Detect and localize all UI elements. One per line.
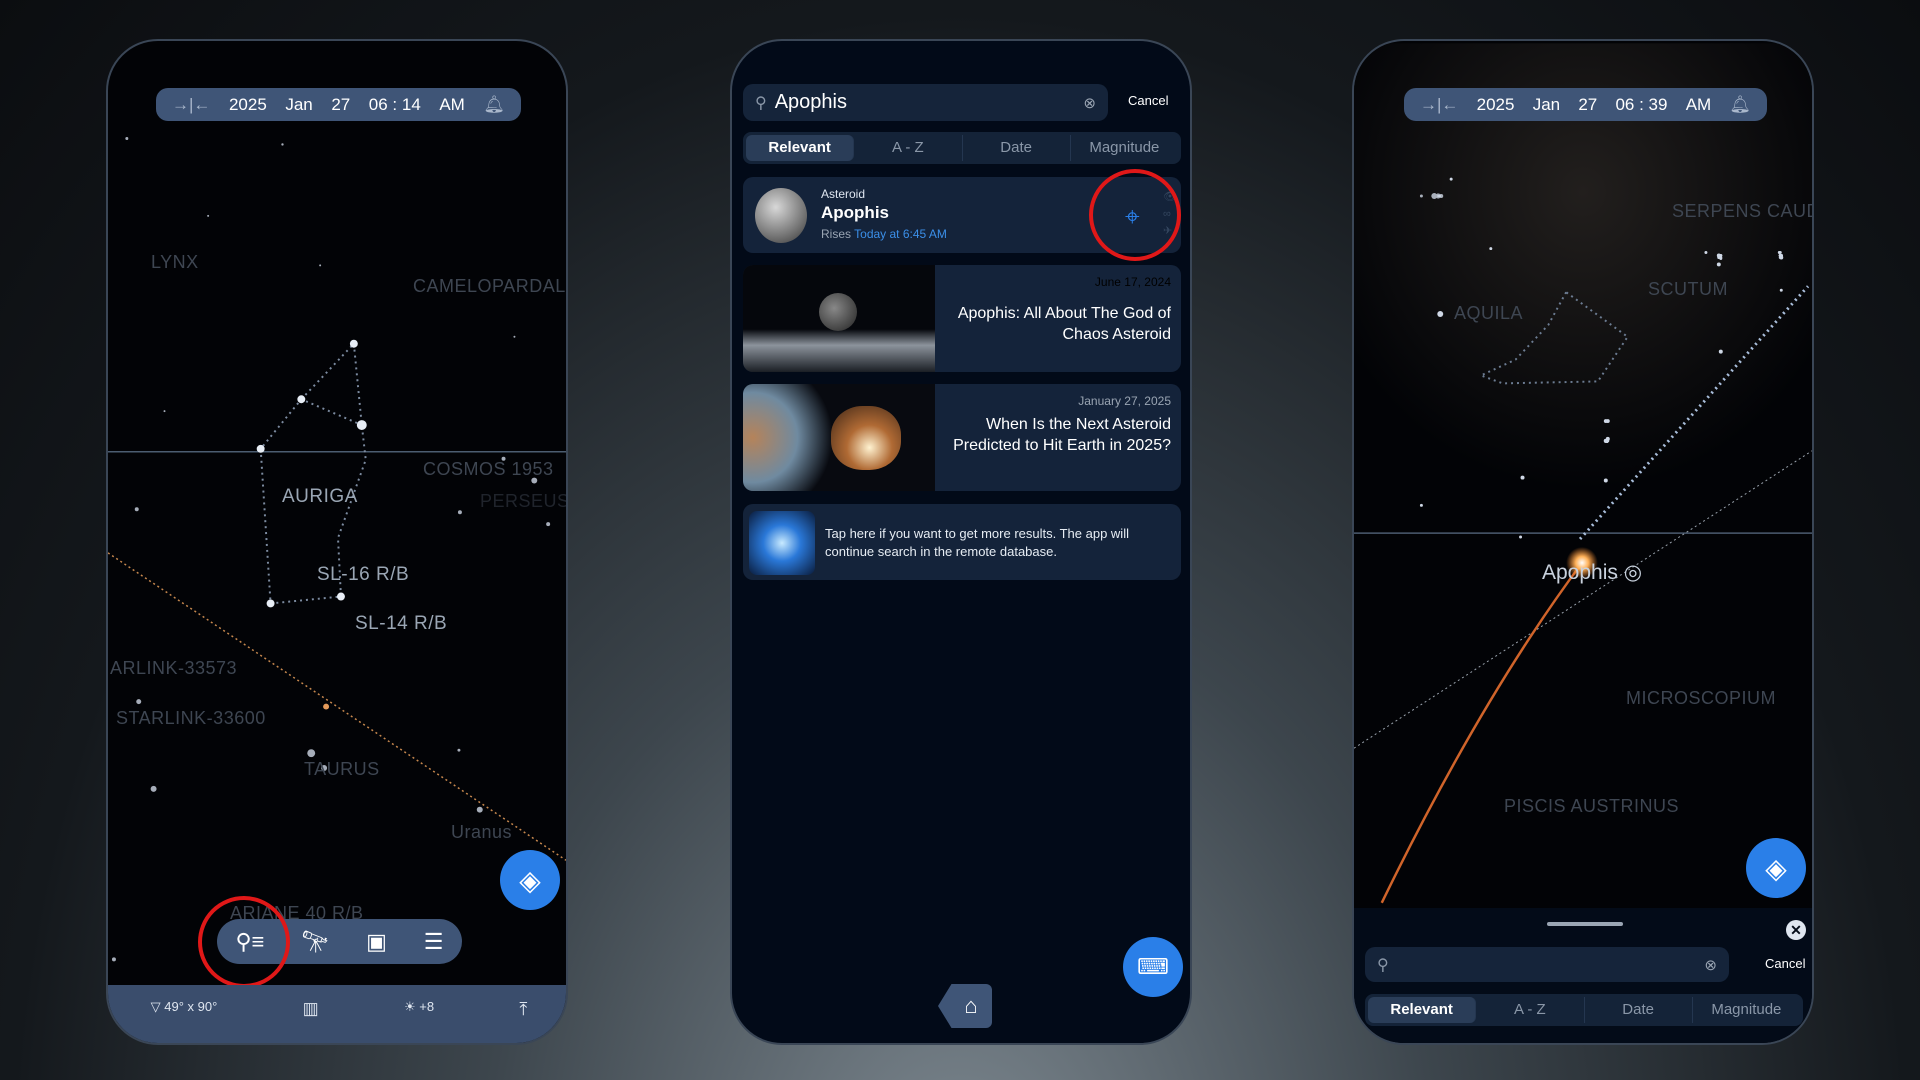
- article-title: Apophis: All About The God of Chaos Aste…: [957, 305, 1171, 343]
- status-bar: ▽ 49° x 90° ▥ ☀ +8 ⤒: [108, 985, 566, 1043]
- year[interactable]: 2025: [1477, 95, 1515, 115]
- bell-icon[interactable]: 🔔︎: [483, 95, 505, 115]
- collapse-icon[interactable]: →|←: [1420, 95, 1458, 115]
- date-time-bar[interactable]: →|← 2025 Jan 27 06 : 14 AM 🔔︎: [156, 88, 521, 121]
- tab-date[interactable]: Date: [963, 135, 1071, 161]
- close-icon[interactable]: ✕: [1786, 920, 1806, 940]
- year[interactable]: 2025: [229, 95, 267, 115]
- sky-label: PISCIS AUSTRINUS: [1504, 796, 1680, 816]
- remote-search-card[interactable]: Tap here if you want to get more results…: [743, 504, 1181, 580]
- search-sheet: ✕ ⚲ ⊗ Cancel Relevant A - Z Date Magnitu…: [1354, 908, 1812, 1043]
- tracking-icon: ◎: [1623, 561, 1643, 584]
- cancel-button[interactable]: Cancel: [1128, 93, 1168, 108]
- rises-label: Rises: [821, 227, 852, 241]
- article-thumbnail: [743, 384, 935, 491]
- search-input[interactable]: ⚲ ⊗: [1365, 947, 1729, 982]
- tab-relevant[interactable]: Relevant: [746, 135, 855, 161]
- sky-map[interactable]: [1354, 41, 1812, 1043]
- ampm[interactable]: AM: [1686, 95, 1712, 115]
- target-label: Apophis: [1542, 561, 1618, 584]
- sky-label: SERPENS CAUD: [1672, 201, 1814, 221]
- tab-a-z[interactable]: A - Z: [854, 135, 963, 161]
- article-card[interactable]: January 27, 2025 When Is the Next Astero…: [743, 384, 1181, 491]
- right-phone-sky-view: →|← 2025 Jan 27 06 : 39 AM 🔔︎ SERPENS CA…: [1352, 39, 1814, 1045]
- telescope-icon[interactable]: 🔭︎: [301, 929, 329, 955]
- search-icon: ⚲: [755, 94, 767, 112]
- time[interactable]: 06 : 14: [369, 95, 421, 115]
- sky-label: ARLINK-33573: [110, 658, 238, 678]
- month[interactable]: Jan: [1533, 95, 1560, 115]
- tab-a-z[interactable]: A - Z: [1476, 997, 1585, 1023]
- rise-info: Rises Today at 6:45 AM: [821, 227, 947, 241]
- search-icon: ⚲: [1377, 956, 1389, 974]
- sky-label: SCUTUM: [1648, 279, 1728, 299]
- clear-icon[interactable]: ⊗: [1704, 956, 1717, 974]
- keyboard-button[interactable]: ⌨: [1123, 937, 1183, 997]
- tab-date[interactable]: Date: [1585, 997, 1693, 1023]
- article-date: June 17, 2024: [1094, 275, 1171, 289]
- home-icon: ⌂: [964, 993, 978, 1018]
- date-time-bar[interactable]: →|← 2025 Jan 27 06 : 39 AM 🔔︎: [1404, 88, 1767, 121]
- apophis-sky-label[interactable]: Apophis ◎: [1542, 560, 1642, 585]
- remote-search-text: Tap here if you want to get more results…: [825, 526, 1129, 559]
- sky-label[interactable]: AURIGA: [282, 486, 358, 508]
- article-thumbnail: [743, 265, 935, 372]
- asteroid-thumbnail: [755, 188, 807, 243]
- highlight-ring: [1089, 169, 1181, 261]
- rises-time: Today at 6:45 AM: [854, 227, 947, 241]
- fov-value: 49° x 90°: [164, 999, 218, 1014]
- sky-label: PERSEUS: [480, 491, 568, 511]
- sky-label: LYNX: [151, 252, 199, 272]
- sort-tabs: Relevant A - Z Date Magnitude: [1365, 994, 1803, 1026]
- sky-label[interactable]: SL-14 R/B: [355, 613, 447, 635]
- compass-icon: ◈: [1765, 852, 1787, 884]
- sort-tabs: Relevant A - Z Date Magnitude: [743, 132, 1181, 164]
- collapse-icon[interactable]: →|←: [172, 95, 210, 115]
- day[interactable]: 27: [1578, 95, 1597, 115]
- keyboard-icon: ⌨: [1137, 954, 1169, 979]
- bell-icon[interactable]: 🔔︎: [1729, 95, 1751, 115]
- sky-label: Uranus: [451, 822, 513, 842]
- sky-label[interactable]: SL-16 R/B: [317, 564, 409, 586]
- left-phone-sky-view: →|← 2025 Jan 27 06 : 14 AM 🔔︎ LYNX CAMEL…: [106, 39, 568, 1045]
- day[interactable]: 27: [331, 95, 350, 115]
- brightness-value: +8: [419, 999, 435, 1014]
- sky-label: TAURUS: [304, 759, 380, 779]
- compass-icon: ◈: [519, 864, 541, 896]
- clear-icon[interactable]: ⊗: [1083, 94, 1096, 112]
- buildings-icon[interactable]: ▥: [303, 999, 319, 1019]
- article-date: January 27, 2025: [1078, 394, 1171, 408]
- compass-button[interactable]: ◈: [500, 850, 560, 910]
- menu-icon[interactable]: ☰: [424, 929, 444, 955]
- result-name: Apophis: [821, 203, 889, 222]
- tab-magnitude[interactable]: Magnitude: [1693, 997, 1800, 1023]
- result-type: Asteroid: [821, 187, 866, 201]
- database-thumbnail: [749, 511, 815, 575]
- time[interactable]: 06 : 39: [1615, 95, 1667, 115]
- search-input[interactable]: ⚲ Apophis ⊗: [743, 84, 1108, 121]
- article-card[interactable]: June 17, 2024 Apophis: All About The God…: [743, 265, 1181, 372]
- article-title: When Is the Next Asteroid Predicted to H…: [953, 416, 1171, 454]
- sheet-handle[interactable]: [1547, 922, 1623, 926]
- share-icon[interactable]: ⤒: [519, 999, 527, 1020]
- sky-label: STARLINK-33600: [116, 708, 266, 728]
- tab-relevant[interactable]: Relevant: [1368, 997, 1477, 1023]
- ampm[interactable]: AM: [439, 95, 465, 115]
- middle-phone-search: ⚲ Apophis ⊗ Cancel Relevant A - Z Date M…: [730, 39, 1192, 1045]
- field-of-view[interactable]: ▽ 49° x 90°: [151, 999, 218, 1015]
- sky-label: AQUILA: [1454, 303, 1524, 323]
- calendar-night-icon[interactable]: ▣: [366, 929, 387, 955]
- sky-map[interactable]: [108, 41, 566, 1043]
- highlight-ring: [198, 896, 290, 988]
- tab-magnitude[interactable]: Magnitude: [1071, 135, 1178, 161]
- cancel-button[interactable]: Cancel: [1765, 956, 1805, 971]
- month[interactable]: Jan: [285, 95, 312, 115]
- sky-label: MICROSCOPIUM: [1626, 688, 1776, 708]
- sky-label: COSMOS 1953: [423, 459, 554, 479]
- search-value: Apophis: [774, 91, 847, 113]
- sky-label: CAMELOPARDAL: [413, 276, 566, 296]
- compass-button[interactable]: ◈: [1746, 838, 1806, 898]
- brightness[interactable]: ☀ +8: [404, 999, 434, 1015]
- home-button[interactable]: ⌂: [938, 984, 992, 1028]
